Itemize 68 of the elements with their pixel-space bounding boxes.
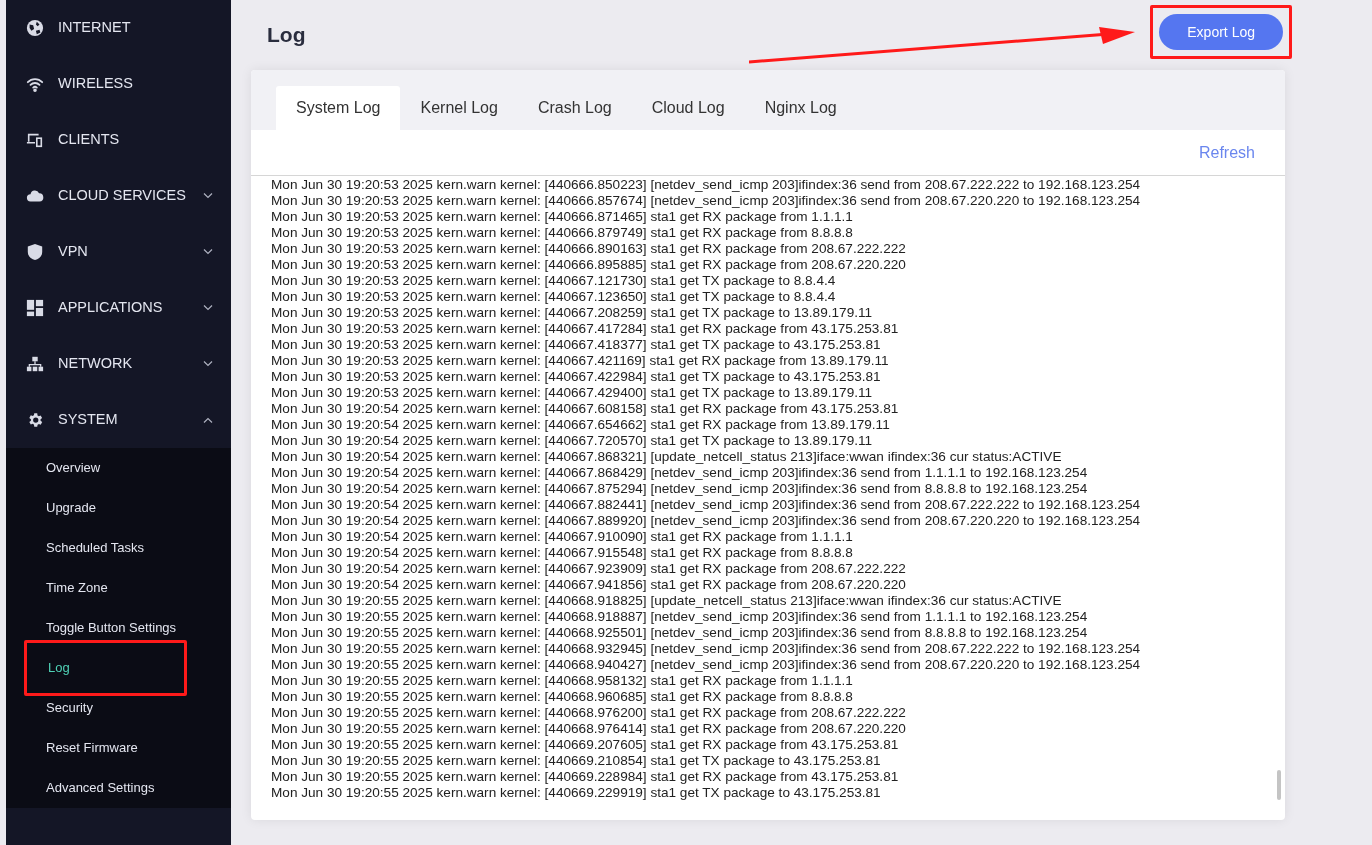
log-line: Mon Jun 30 19:20:55 2025 kern.warn kernel: [440669.207605] sta1 get RX package from 43.175.253.81 <box>271 737 900 753</box>
log-line: Mon Jun 30 19:20:53 2025 kern.warn kernel: [440667.418377] sta1 get TX package to 43.175.253.81 <box>271 337 882 353</box>
log-line: Mon Jun 30 19:20:53 2025 kern.warn kernel: [440667.417284] sta1 get RX package from 43.175.253.81 <box>271 321 900 337</box>
log-line: Mon Jun 30 19:20:55 2025 kern.warn kernel: [440668.976200] sta1 get RX package from 208.67.222.222 <box>271 705 907 721</box>
log-line: Mon Jun 30 19:20:53 2025 kern.warn kernel: [440667.123650] sta1 get TX package to 8.8.4.4 <box>271 289 837 305</box>
log-tab[interactable]: System Log <box>276 86 401 130</box>
submenu-item[interactable]: Overview <box>6 448 231 488</box>
log-line: Mon Jun 30 19:20:55 2025 kern.warn kernel: [440668.918825] [update_netcell_status 213]iface:wwan ifindex:36 cur status:ACTIVE <box>271 593 1063 609</box>
log-line: Mon Jun 30 19:20:55 2025 kern.warn kernel: [440669.229919] sta1 get TX package to 43.175.253.81 <box>271 785 882 801</box>
log-line: Mon Jun 30 19:20:53 2025 kern.warn kernel: [440667.429400] sta1 get TX package to 13.89.179.11 <box>271 385 874 401</box>
sidebar-item[interactable]: NETWORK <box>6 336 231 392</box>
log-tab[interactable]: Kernel Log <box>400 86 518 130</box>
log-line: Mon Jun 30 19:20:54 2025 kern.warn kernel: [440667.882441] [netdev_send_icmp 203]ifindex:36 send from 208.67.222.222 to 192.168.123.254 <box>271 497 1142 513</box>
grid-icon <box>26 299 44 317</box>
log-line: Mon Jun 30 19:20:54 2025 kern.warn kernel: [440667.868429] [netdev_send_icmp 203]ifindex:36 send from 1.1.1.1 to 192.168.123.254 <box>271 465 1089 481</box>
log-tab[interactable]: Cloud Log <box>631 86 745 130</box>
log-line: Mon Jun 30 19:20:55 2025 kern.warn kernel: [440669.210854] sta1 get TX package to 43.175.253.81 <box>271 753 882 769</box>
submenu-item[interactable]: Log <box>24 640 187 696</box>
submenu-item[interactable]: Upgrade <box>6 488 231 528</box>
globe-icon <box>26 19 44 37</box>
page-title: Log <box>267 22 306 49</box>
log-line: Mon Jun 30 19:20:55 2025 kern.warn kernel: [440668.940427] [netdev_send_icmp 203]ifindex:36 send from 208.67.220.220 to 192.168.123.254 <box>271 657 1142 673</box>
log-line: Mon Jun 30 19:20:55 2025 kern.warn kernel: [440668.932945] [netdev_send_icmp 203]ifindex:36 send from 208.67.222.222 to 192.168.123.254 <box>271 641 1142 657</box>
sidebar-item[interactable]: SYSTEM <box>6 392 231 448</box>
sidebar-item[interactable]: APPLICATIONS <box>6 280 231 336</box>
export-log-button[interactable]: Export Log <box>1159 14 1283 50</box>
log-line: Mon Jun 30 19:20:54 2025 kern.warn kernel: [440667.923909] sta1 get RX package from 208.67.222.222 <box>271 561 907 577</box>
log-line: Mon Jun 30 19:20:53 2025 kern.warn kernel: [440666.879749] sta1 get RX package from 8.8.8.8 <box>271 225 854 241</box>
log-line: Mon Jun 30 19:20:55 2025 kern.warn kernel: [440668.976414] sta1 get RX package from 208.67.220.220 <box>271 721 907 737</box>
sidebar-item[interactable]: WIRELESS <box>6 56 231 112</box>
submenu-item[interactable]: Reset Firmware <box>6 728 231 768</box>
log-line: Mon Jun 30 19:20:53 2025 kern.warn kernel: [440666.890163] sta1 get RX package from 208.67.222.222 <box>271 241 907 257</box>
submenu-item[interactable]: Scheduled Tasks <box>6 528 231 568</box>
sidebar-item[interactable]: VPN <box>6 224 231 280</box>
log-line: Mon Jun 30 19:20:55 2025 kern.warn kernel: [440668.925501] [netdev_send_icmp 203]ifindex:36 send from 8.8.8.8 to 192.168.123.254 <box>271 625 1089 641</box>
log-line: Mon Jun 30 19:20:53 2025 kern.warn kernel: [440666.857674] [netdev_send_icmp 203]ifindex:36 send from 208.67.220.220 to 192.168.123.254 <box>271 193 1142 209</box>
network-icon <box>26 355 44 373</box>
sidebar-item[interactable]: CLIENTS <box>6 112 231 168</box>
shield-icon <box>26 243 44 261</box>
sidebar-item[interactable]: CLOUD SERVICES <box>6 168 231 224</box>
sidebar-item[interactable]: INTERNET <box>6 0 231 56</box>
log-line: Mon Jun 30 19:20:53 2025 kern.warn kernel: [440666.850223] [netdev_send_icmp 203]ifindex:36 send from 208.67.222.222 to 192.168.123.254 <box>271 177 1142 193</box>
devices-icon <box>26 131 44 149</box>
log-line: Mon Jun 30 19:20:54 2025 kern.warn kernel: [440667.875294] [netdev_send_icmp 203]ifindex:36 send from 8.8.8.8 to 192.168.123.254 <box>271 481 1089 497</box>
log-tab[interactable]: Crash Log <box>517 86 632 130</box>
log-line: Mon Jun 30 19:20:54 2025 kern.warn kernel: [440667.654662] sta1 get RX package from 13.89.179.11 <box>271 417 891 433</box>
log-line: Mon Jun 30 19:20:53 2025 kern.warn kernel: [440667.121730] sta1 get TX package to 8.8.4.4 <box>271 273 837 289</box>
log-line: Mon Jun 30 19:20:53 2025 kern.warn kernel: [440667.421169] sta1 get RX package from 13.89.179.11 <box>271 353 890 369</box>
log-line: Mon Jun 30 19:20:55 2025 kern.warn kernel: [440668.918887] [netdev_send_icmp 203]ifindex:36 send from 1.1.1.1 to 192.168.123.254 <box>271 609 1089 625</box>
log-line: Mon Jun 30 19:20:55 2025 kern.warn kernel: [440668.960685] sta1 get RX package from 8.8.8.8 <box>271 689 854 705</box>
log-line: Mon Jun 30 19:20:53 2025 kern.warn kernel: [440667.208259] sta1 get TX package to 13.89.179.11 <box>271 305 874 321</box>
log-line: Mon Jun 30 19:20:55 2025 kern.warn kernel: [440668.958132] sta1 get RX package from 1.1.1.1 <box>271 673 854 689</box>
submenu-item[interactable]: Advanced Settings <box>6 768 231 808</box>
scrollbar-thumb[interactable] <box>1277 770 1281 800</box>
log-line: Mon Jun 30 19:20:54 2025 kern.warn kernel: [440667.868321] [update_netcell_status 213]iface:wwan ifindex:36 cur status:ACTIVE <box>271 449 1063 465</box>
log-line: Mon Jun 30 19:20:54 2025 kern.warn kernel: [440667.941856] sta1 get RX package from 208.67.220.220 <box>271 577 907 593</box>
log-line: Mon Jun 30 19:20:54 2025 kern.warn kernel: [440667.720570] sta1 get TX package to 13.89.179.11 <box>271 433 874 449</box>
log-line: Mon Jun 30 19:20:55 2025 kern.warn kernel: [440669.228984] sta1 get RX package from 43.175.253.81 <box>271 769 900 785</box>
log-line: Mon Jun 30 19:20:53 2025 kern.warn kernel: [440666.895885] sta1 get RX package from 208.67.220.220 <box>271 257 907 273</box>
wifi-icon <box>26 75 44 93</box>
log-line: Mon Jun 30 19:20:53 2025 kern.warn kernel: [440666.871465] sta1 get RX package from 1.1.1.1 <box>271 209 854 225</box>
log-line: Mon Jun 30 19:20:54 2025 kern.warn kernel: [440667.915548] sta1 get RX package from 8.8.8.8 <box>271 545 854 561</box>
log-tab[interactable]: Nginx Log <box>744 86 857 130</box>
submenu-item[interactable]: Time Zone <box>6 568 231 608</box>
log-line: Mon Jun 30 19:20:53 2025 kern.warn kernel: [440667.422984] sta1 get TX package to 43.175.253.81 <box>271 369 882 385</box>
log-line: Mon Jun 30 19:20:54 2025 kern.warn kernel: [440667.608158] sta1 get RX package from 43.175.253.81 <box>271 401 900 417</box>
log-line: Mon Jun 30 19:20:54 2025 kern.warn kernel: [440667.889920] [netdev_send_icmp 203]ifindex:36 send from 208.67.220.220 to 192.168.123.254 <box>271 513 1142 529</box>
log-line: Mon Jun 30 19:20:54 2025 kern.warn kernel: [440667.910090] sta1 get RX package from 1.1.1.1 <box>271 529 854 545</box>
